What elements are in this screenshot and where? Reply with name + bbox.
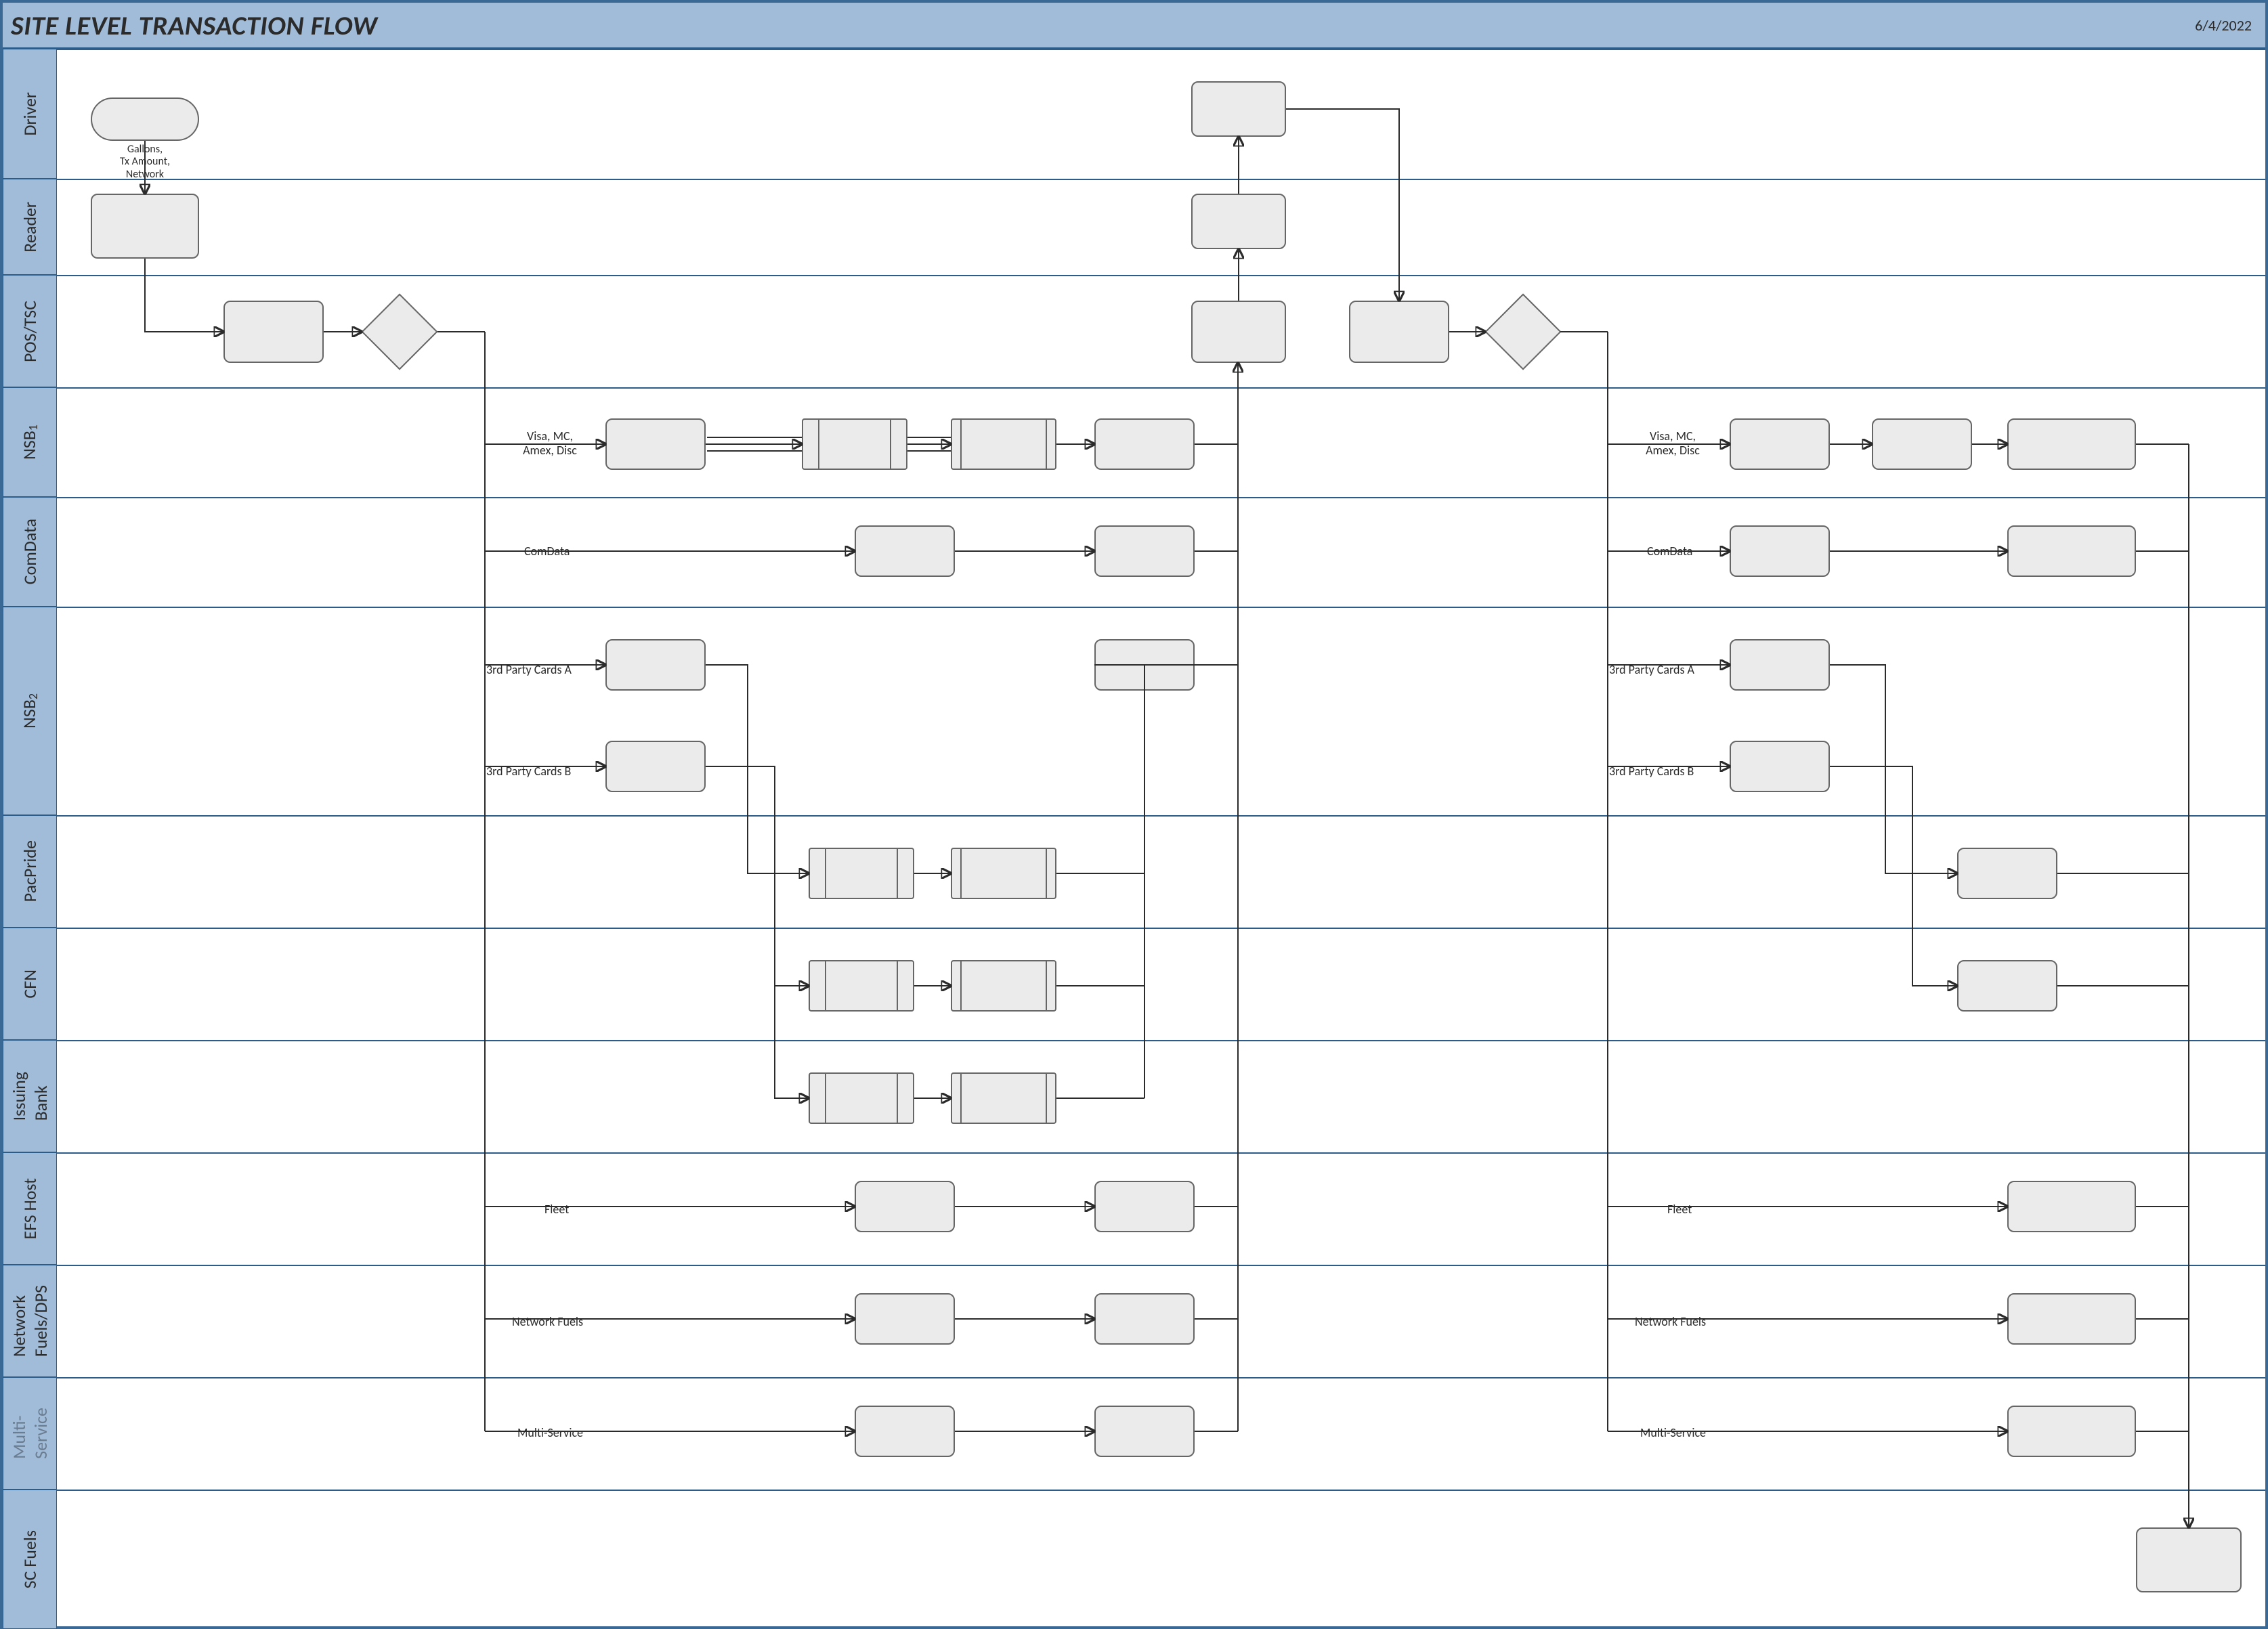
diagram-date: 6/4/2022 (2195, 16, 2252, 35)
box-pos-merge (1191, 301, 1286, 363)
box-scfuels (2136, 1527, 2242, 1592)
box-nsb2-rA (1730, 639, 1830, 691)
lane-scfuels: SC Fuels (3, 1490, 57, 1629)
box-efs-l1 (855, 1181, 955, 1232)
lane-driver: Driver (3, 49, 57, 179)
box-pos-stage1 (223, 301, 324, 363)
box-comdata-r1 (1730, 525, 1830, 577)
lane-multi: Multi- Service (3, 1377, 57, 1490)
box-nsb1-r2 (1872, 418, 1972, 470)
box-pos-stage2 (1349, 301, 1449, 363)
label-right-thirdB: 3rd Party Cards B (1609, 764, 1694, 779)
lane-divider (57, 1040, 2265, 1041)
box-comdata-l2 (1094, 525, 1195, 577)
box-driver-receipt (1191, 81, 1286, 137)
lane-divider (57, 1490, 2265, 1491)
lane-divider (57, 49, 2265, 50)
connectors (3, 3, 2265, 1626)
decision-left (361, 293, 437, 370)
box-net-r (2007, 1293, 2136, 1345)
label-right-netfuels: Network Fuels (1635, 1315, 1706, 1329)
box-efs-l2 (1094, 1181, 1195, 1232)
lane-divider (57, 815, 2265, 817)
label-left-comdata: ComData (524, 544, 570, 559)
label-right-comdata: ComData (1647, 544, 1692, 559)
predef-issuing-l2 (951, 1072, 1056, 1124)
title-bar: SITE LEVEL TRANSACTION FLOW 6/4/2022 (3, 3, 2265, 49)
box-reader-mid (1191, 194, 1286, 249)
box-net-l2 (1094, 1293, 1195, 1345)
box-nsb1-l1 (605, 418, 706, 470)
predef-nsb1-l1 (802, 418, 907, 470)
lane-pos: POS/TSC (3, 275, 57, 387)
lane-issuing: Issuing Bank (3, 1040, 57, 1152)
label-left-thirdB: 3rd Party Cards B (486, 764, 571, 779)
predef-pac-l2 (951, 848, 1056, 899)
box-reader (91, 194, 199, 259)
box-multi-r (2007, 1406, 2136, 1457)
lane-divider (57, 1265, 2265, 1266)
label-left-thirdA: 3rd Party Cards A (486, 663, 572, 677)
box-nsb1-l2 (1094, 418, 1195, 470)
diagram-title: SITE LEVEL TRANSACTION FLOW (11, 9, 377, 42)
predef-cfn-l1 (809, 960, 914, 1012)
lane-efs: EFS Host (3, 1152, 57, 1265)
predef-nsb1-l2 (951, 418, 1056, 470)
box-multi-l2 (1094, 1406, 1195, 1457)
box-comdata-l1 (855, 525, 955, 577)
box-nsb2-rB (1730, 741, 1830, 792)
lane-divider (57, 607, 2265, 608)
box-cfn-r (1957, 960, 2057, 1012)
lane-nsb1: NSB1 (3, 387, 57, 497)
lane-pacpride: PacPride (3, 815, 57, 928)
lane-divider (57, 1377, 2265, 1378)
box-nsb1-r1 (1730, 418, 1830, 470)
predef-cfn-l2 (951, 960, 1056, 1012)
predef-issuing-l1 (809, 1072, 914, 1124)
box-multi-l1 (855, 1406, 955, 1457)
box-nsb2-lB (605, 741, 706, 792)
box-comdata-r2 (2007, 525, 2136, 577)
label-left-netfuels: Network Fuels (512, 1315, 583, 1329)
lane-nsb2: NSB2 (3, 607, 57, 815)
lane-comdata: ComData (3, 497, 57, 607)
lane-divider (57, 275, 2265, 276)
label-right-fleet: Fleet (1667, 1202, 1692, 1217)
box-net-l1 (855, 1293, 955, 1345)
lane-divider (57, 497, 2265, 498)
label-left-multisvc: Multi-Service (517, 1426, 583, 1440)
lane-network: Network Fuels/DPS (3, 1265, 57, 1377)
lane-divider (57, 928, 2265, 929)
terminator-start (91, 97, 199, 141)
label-driver-output: Gallons, Tx Amount, Network (103, 144, 187, 181)
lane-cfn: CFN (3, 928, 57, 1040)
decision-right (1484, 293, 1561, 370)
label-right-multisvc: Multi-Service (1640, 1426, 1706, 1440)
lane-divider (57, 387, 2265, 389)
box-nsb1-r3 (2007, 418, 2136, 470)
label-right-thirdA: 3rd Party Cards A (1609, 663, 1694, 677)
swimlane-diagram: SITE LEVEL TRANSACTION FLOW 6/4/2022 Dri… (0, 0, 2268, 1629)
box-efs-r (2007, 1181, 2136, 1232)
box-pac-r (1957, 848, 2057, 899)
label-left-fleet: Fleet (544, 1202, 569, 1217)
lane-divider (57, 1152, 2265, 1154)
label-right-visamc: Visa, MC, Amex, Disc (1625, 429, 1720, 457)
lane-divider (57, 179, 2265, 180)
predef-pac-l1 (809, 848, 914, 899)
box-nsb2-lmerge (1094, 639, 1195, 691)
lane-reader: Reader (3, 179, 57, 275)
label-left-visamc: Visa, MC, Amex, Disc (502, 429, 597, 457)
box-nsb2-lA (605, 639, 706, 691)
